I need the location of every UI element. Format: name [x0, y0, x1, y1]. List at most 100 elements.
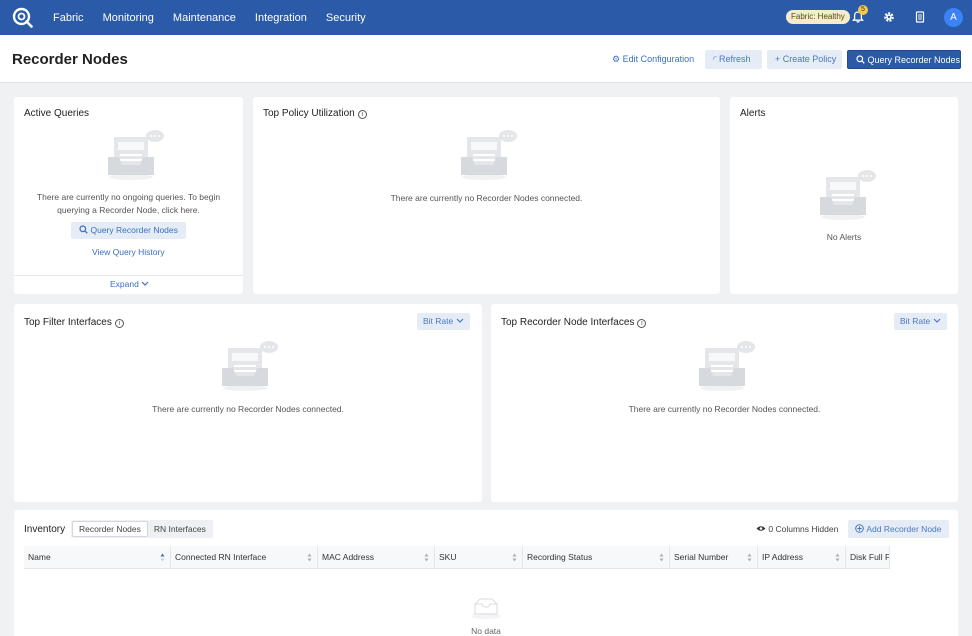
info-icon[interactable]: i	[114, 319, 124, 328]
column-header-sku[interactable]: SKU	[435, 546, 523, 568]
card-title: Alerts	[740, 108, 766, 119]
column-header-connected-rn-interface[interactable]: Connected RN Interface	[171, 546, 318, 568]
column-header-name[interactable]: Name	[24, 546, 171, 568]
inventory-tabs: Recorder Nodes RN Interfaces	[71, 520, 213, 538]
plus-icon: +	[775, 54, 781, 64]
nav-maintenance[interactable]: Maintenance	[173, 12, 236, 24]
spinner-icon: ◜	[713, 54, 717, 64]
empty-box-icon	[471, 598, 501, 619]
nav-fabric[interactable]: Fabric	[53, 12, 84, 24]
card-title-text: Top Recorder Node Interfaces	[501, 317, 635, 328]
sort-icon	[659, 553, 664, 562]
alerts-card: Alerts No Alerts	[730, 97, 958, 294]
query-recorder-nodes-label: Query Recorder Nodes	[867, 55, 961, 65]
sort-icon	[512, 553, 517, 562]
sort-icon	[747, 553, 752, 562]
empty-inbox-illustration-icon	[699, 341, 755, 391]
nav-security[interactable]: Security	[326, 12, 366, 24]
metric-dropdown[interactable]: Bit Rate	[894, 313, 947, 330]
document-icon[interactable]	[913, 10, 927, 24]
card-title: Top Recorder Node Interfaces i	[501, 317, 647, 328]
card-title: Active Queries	[24, 108, 90, 119]
logo-icon[interactable]	[12, 7, 33, 28]
eye-icon	[756, 526, 766, 531]
sort-icon	[160, 553, 165, 562]
metric-dropdown[interactable]: Bit Rate	[417, 313, 470, 330]
search-icon	[856, 55, 865, 64]
inventory-card: Inventory Recorder Nodes RN Interfaces 0…	[14, 510, 958, 636]
column-label: MAC Address	[322, 552, 374, 562]
expand-label: Expand	[110, 279, 139, 289]
inventory-table-header: Name Connected RN Interface MAC Address …	[24, 546, 890, 569]
empty-message: There are currently no Recorder Nodes co…	[390, 193, 583, 203]
create-policy-label: Create Policy	[782, 54, 837, 64]
card-title: Top Filter Interfaces i	[24, 317, 124, 328]
info-icon[interactable]: i	[357, 110, 367, 119]
nav-monitoring[interactable]: Monitoring	[103, 12, 154, 24]
sort-icon	[307, 553, 312, 562]
refresh-label: Refresh	[719, 54, 751, 64]
tab-recorder-nodes[interactable]: Recorder Nodes	[72, 521, 148, 537]
divider	[14, 275, 243, 276]
user-avatar[interactable]: A	[944, 8, 963, 27]
column-header-disk-full[interactable]: Disk Full P	[846, 546, 890, 568]
empty-message: There are currently no Recorder Nodes co…	[152, 404, 344, 414]
expand-button[interactable]: Expand	[110, 279, 149, 289]
edit-configuration-button[interactable]: ⚙ Edit Configuration	[612, 50, 694, 69]
page-header: Recorder Nodes ⚙ Edit Configuration ◜ Re…	[0, 35, 972, 83]
query-recorder-nodes-secondary-button[interactable]: Query Recorder Nodes	[71, 222, 186, 239]
column-header-serial-number[interactable]: Serial Number	[670, 546, 758, 568]
top-recorder-node-interfaces-card: Top Recorder Node Interfaces i Bit Rate T…	[491, 304, 958, 502]
column-label: Connected RN Interface	[175, 552, 267, 562]
notification-count-badge: 5	[858, 5, 868, 15]
empty-message: There are currently no Recorder Nodes co…	[628, 404, 821, 414]
column-label: Disk Full P	[850, 552, 890, 562]
settings-icon: ⚙	[612, 54, 621, 64]
empty-inbox-illustration-icon	[820, 170, 876, 220]
info-icon[interactable]: i	[637, 319, 647, 328]
create-policy-button[interactable]: + Create Policy	[767, 50, 842, 69]
metric-dropdown-value: Bit Rate	[423, 316, 454, 326]
page-title: Recorder Nodes	[12, 51, 128, 68]
gear-icon[interactable]	[882, 10, 896, 24]
top-nav: Fabric Monitoring Maintenance Integratio…	[0, 0, 972, 35]
inventory-title: Inventory	[24, 524, 66, 535]
main-menu: Fabric Monitoring Maintenance Integratio…	[53, 0, 385, 35]
no-data-message: No data	[471, 626, 501, 636]
search-icon	[79, 225, 88, 234]
add-recorder-node-label: Add Recorder Node	[866, 524, 942, 534]
empty-inbox-illustration-icon	[461, 130, 517, 180]
sort-icon	[835, 553, 840, 562]
plus-circle-icon	[855, 524, 865, 533]
top-filter-interfaces-card: Top Filter Interfaces i Bit Rate There ar…	[14, 304, 482, 502]
chevron-down-icon	[141, 281, 149, 286]
view-query-history-link[interactable]: View Query History	[92, 247, 165, 257]
metric-dropdown-value: Bit Rate	[900, 316, 931, 326]
add-recorder-node-button[interactable]: Add Recorder Node	[848, 520, 949, 538]
refresh-button[interactable]: ◜ Refresh	[705, 50, 762, 69]
column-header-recording-status[interactable]: Recording Status	[523, 546, 670, 568]
no-alerts-message: No Alerts	[826, 232, 862, 242]
tab-rn-interfaces[interactable]: RN Interfaces	[148, 521, 212, 537]
chevron-down-icon	[456, 318, 464, 323]
card-title-text: Top Policy Utilization	[263, 108, 355, 119]
card-title-text: Top Filter Interfaces	[24, 317, 112, 328]
column-header-mac-address[interactable]: MAC Address	[318, 546, 435, 568]
column-label: Serial Number	[674, 552, 729, 562]
column-label: SKU	[439, 552, 457, 562]
column-label: IP Address	[762, 552, 803, 562]
fabric-health-badge[interactable]: Fabric: Healthy	[786, 10, 850, 24]
card-title: Top Policy Utilization i	[263, 108, 367, 119]
nav-integration[interactable]: Integration	[255, 12, 307, 24]
query-recorder-nodes-label: Query Recorder Nodes	[90, 225, 178, 235]
active-queries-message: There are currently no ongoing queries. …	[36, 192, 221, 215]
chevron-down-icon	[933, 318, 941, 323]
empty-inbox-illustration-icon	[108, 130, 164, 180]
columns-hidden-label: 0 Columns Hidden	[768, 524, 839, 534]
column-label: Recording Status	[527, 552, 593, 562]
column-header-ip-address[interactable]: IP Address	[758, 546, 846, 568]
active-queries-card: Active Queries There are currently no on…	[14, 97, 243, 294]
edit-configuration-label: Edit Configuration	[622, 54, 695, 64]
columns-hidden-toggle[interactable]: 0 Columns Hidden	[756, 524, 838, 534]
query-recorder-nodes-button[interactable]: Query Recorder Nodes	[847, 50, 961, 69]
